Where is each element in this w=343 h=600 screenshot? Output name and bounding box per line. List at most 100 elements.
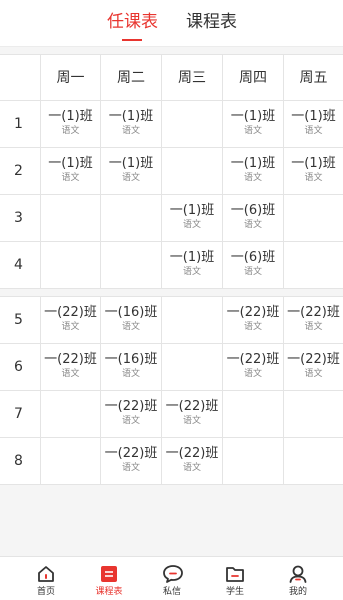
tab-class-schedule[interactable]: 课程表 — [186, 11, 237, 33]
tab-teaching-schedule[interactable]: 任课表 — [107, 11, 158, 33]
schedule-cell — [41, 195, 101, 241]
schedule-cell[interactable]: 一(22)班语文 — [223, 344, 284, 390]
period-number: 5 — [0, 297, 41, 343]
subject-name: 语文 — [61, 126, 80, 136]
class-name: 一(1)班 — [169, 203, 215, 218]
table-row: 5 一(22)班 语文 一(16)班 语文 一(22)班 语文 一(22)班 语文 — [0, 297, 343, 344]
subject-name: 语文 — [61, 369, 80, 379]
schedule-cell — [223, 391, 284, 437]
timetable: 周一 周二 周三 周四 周五 1 一(1)班 语文 一(1)班 语文 一(1)班 语文 一(1… — [0, 54, 343, 485]
schedule-cell[interactable]: 一(22)班语文 — [284, 344, 343, 390]
class-name: 一(22)班 — [104, 399, 158, 414]
subject-name: 语文 — [182, 416, 201, 426]
schedule-cell[interactable]: 一(22)班语文 — [41, 297, 101, 343]
class-name: 一(6)班 — [230, 250, 276, 265]
subject-name: 语文 — [182, 463, 201, 473]
schedule-cell — [284, 242, 343, 288]
schedule-cell — [162, 148, 223, 194]
schedule-cell[interactable]: 一(1)班 语文 — [223, 148, 284, 194]
class-name: 一(22)班 — [287, 352, 340, 367]
schedule-cell — [162, 101, 223, 147]
subject-name: 语文 — [121, 463, 140, 473]
subject-name: 语文 — [61, 173, 80, 183]
subject-name: 语文 — [304, 322, 323, 332]
class-name: 一(1)班 — [291, 109, 336, 124]
timetable-header-row: 周一 周二 周三 周四 周五 — [0, 54, 343, 101]
class-name: 一(22)班 — [104, 446, 158, 461]
day-header-fri: 周五 — [299, 70, 328, 86]
schedule-cell[interactable]: 一(22)班语文 — [101, 438, 162, 484]
schedule-cell[interactable]: 一(22)班语文 — [101, 391, 162, 437]
schedule-cell[interactable]: 一(1)班 语文 — [41, 101, 101, 147]
schedule-cell[interactable]: 一(22)班语文 — [162, 438, 223, 484]
subject-name: 语文 — [121, 173, 140, 183]
corner-cell — [0, 55, 41, 101]
class-name: 一(22)班 — [165, 446, 219, 461]
active-tab-indicator — [122, 39, 142, 41]
schedule-cell[interactable]: 一(1)班语文 — [162, 195, 223, 241]
class-name: 一(22)班 — [226, 352, 280, 367]
class-name: 一(22)班 — [44, 305, 97, 320]
schedule-cell[interactable]: 一(1)班语文 — [284, 101, 343, 147]
period-number: 6 — [0, 344, 41, 390]
schedule-cell[interactable]: 一(6)班语文 — [223, 195, 284, 241]
schedule-cell[interactable]: 一(16)班语文 — [101, 297, 162, 343]
top-tab-header: 任课表 课程表 — [0, 0, 343, 47]
schedule-cell[interactable]: 一(1)班语文 — [101, 148, 162, 194]
tabbar-label-profile: 我的 — [288, 587, 307, 597]
schedule-cell — [162, 297, 223, 343]
subject-name: 语文 — [182, 220, 201, 230]
class-name: 一(6)班 — [230, 203, 276, 218]
subject-name: 语文 — [121, 369, 140, 379]
schedule-cell[interactable]: 一(16)班语文 — [101, 344, 162, 390]
subject-name: 语文 — [61, 322, 80, 332]
schedule-cell[interactable]: 一(6)班 语文 — [223, 242, 284, 288]
schedule-cell[interactable]: 一(1)班 语文 — [284, 148, 343, 194]
schedule-cell — [41, 391, 101, 437]
class-name: 一(16)班 — [104, 352, 158, 367]
class-name: 一(22)班 — [287, 305, 340, 320]
tabbar-label-schedule: 课程表 — [95, 587, 123, 597]
day-header-thu: 周四 — [223, 55, 284, 101]
class-name: 一(16)班 — [104, 305, 158, 320]
table-row: 6 一(22)班 语文 一(16)班 语文 一(22)班 语文 一(22)班 语文 — [0, 344, 343, 391]
schedule-cell[interactable]: 一(22)班 语文 — [41, 344, 101, 390]
schedule-cell[interactable]: 一(1)班 语文 — [223, 101, 284, 147]
subject-name: 语文 — [243, 369, 262, 379]
schedule-cell[interactable]: 一(1)班语文 — [41, 148, 101, 194]
subject-name: 语文 — [243, 322, 262, 332]
tabbar-item-profile[interactable]: 我的 — [264, 557, 332, 600]
section-gap — [0, 289, 343, 297]
schedule-cell[interactable]: 一(1)班 语文 — [101, 101, 162, 147]
class-name: 一(1)班 — [108, 156, 154, 171]
schedule-cell[interactable]: 一(1)班语文 — [162, 242, 223, 288]
table-row: 8 一(22)班 语文 一(22)班 语文 — [0, 438, 343, 485]
period-number: 8 — [0, 438, 41, 484]
schedule-cell[interactable]: 一(22)班语文 — [284, 297, 343, 343]
subject-name: 语文 — [243, 220, 262, 230]
subject-name: 语文 — [121, 416, 140, 426]
class-name: 一(1)班 — [169, 250, 215, 265]
table-row: 1 一(1)班 语文 一(1)班 语文 一(1)班 语文 一(1)班 语文 — [0, 101, 343, 148]
subject-name: 语文 — [182, 267, 201, 277]
tabbar-item-schedule[interactable]: 课程表 — [75, 557, 143, 600]
class-name: 一(22)班 — [226, 305, 280, 320]
subject-name: 语文 — [121, 322, 140, 332]
class-name: 一(1)班 — [291, 156, 336, 171]
period-number: 4 — [0, 242, 41, 288]
schedule-cell[interactable]: 一(22)班语文 — [223, 297, 284, 343]
schedule-cell — [41, 242, 101, 288]
tabbar-label-students: 学生 — [225, 587, 244, 597]
class-name: 一(1)班 — [48, 156, 93, 171]
period-number: 7 — [0, 391, 41, 437]
tabbar-item-home[interactable]: 首页 — [12, 557, 80, 600]
period-number: 3 — [0, 195, 41, 241]
tabbar-item-messages[interactable]: 私信 — [138, 557, 206, 600]
subject-name: 语文 — [304, 369, 323, 379]
schedule-cell — [162, 344, 223, 390]
subject-name: 语文 — [304, 126, 323, 136]
class-name: 一(1)班 — [108, 109, 154, 124]
tabbar-item-students[interactable]: 学生 — [201, 557, 269, 600]
tabbar-label-messages: 私信 — [162, 587, 181, 597]
schedule-cell[interactable]: 一(22)班 语文 — [162, 391, 223, 437]
